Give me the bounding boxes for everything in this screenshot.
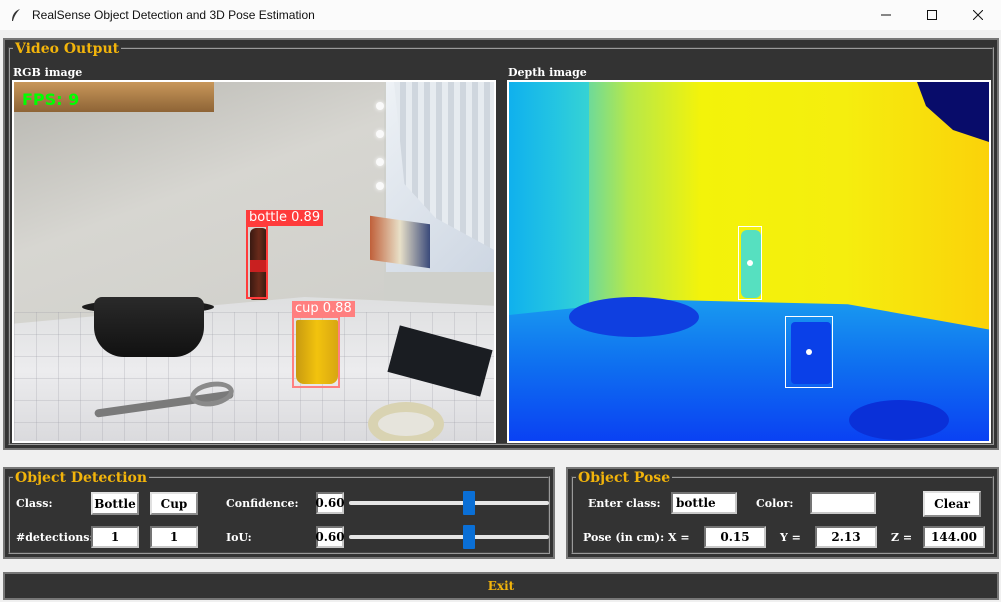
class-label: Class: <box>16 497 53 510</box>
cup-detection-count: 1 <box>150 526 198 548</box>
depth-bottle-centroid <box>747 260 753 266</box>
confidence-slider-track[interactable] <box>349 501 549 505</box>
iou-slider-track[interactable] <box>349 535 549 539</box>
scene-pot <box>94 297 204 357</box>
bottle-detection-box: bottle 0.89 <box>246 210 324 299</box>
x-value: 0.15 <box>704 526 766 548</box>
cup-detection-label: cup 0.88 <box>292 301 355 317</box>
depth-bottle-box <box>738 226 762 300</box>
scene-lamp <box>376 102 384 110</box>
y-label: Y = <box>780 531 801 544</box>
app-body: Video Output RGB image Depth image FPS: … <box>0 30 1001 602</box>
iou-slider[interactable] <box>349 525 549 549</box>
rgb-image: FPS: 9 bottle 0.89 cup 0.88 <box>12 80 496 443</box>
feather-icon <box>8 7 24 23</box>
cup-detection-box: cup 0.88 <box>292 301 355 388</box>
enter-class-label: Enter class: <box>588 497 661 510</box>
scene-lamp <box>376 130 384 138</box>
bottle-detection-label: bottle 0.89 <box>246 210 324 226</box>
minimize-icon[interactable] <box>863 0 909 30</box>
depth-pot-blob <box>569 297 699 337</box>
object-detection-group: Object Detection Class: Bottle Cup Confi… <box>3 467 555 559</box>
window-title: RealSense Object Detection and 3D Pose E… <box>32 8 315 22</box>
enter-class-input[interactable]: bottle <box>671 492 737 514</box>
close-icon[interactable] <box>955 0 1001 30</box>
scene-tape <box>368 402 444 441</box>
z-label: Z = <box>891 531 913 544</box>
confidence-slider-thumb[interactable] <box>463 491 475 515</box>
y-value: 2.13 <box>815 526 877 548</box>
clear-button[interactable]: Clear <box>923 491 981 517</box>
color-label: Color: <box>756 497 794 510</box>
scene-lamp <box>376 158 384 166</box>
scene-poster <box>370 215 430 269</box>
depth-cup-box <box>785 316 833 388</box>
iou-value: 0.60 <box>315 526 345 548</box>
maximize-icon[interactable] <box>909 0 955 30</box>
bottle-detection-count: 1 <box>91 526 139 548</box>
pose-label: Pose (in cm): <box>583 531 665 544</box>
z-value: 144.00 <box>923 526 985 548</box>
exit-button[interactable]: Exit <box>3 572 999 600</box>
video-output-legend: Video Output <box>13 41 122 57</box>
object-pose-group: Object Pose Enter class: bottle Color: C… <box>566 467 999 559</box>
scene-wall <box>14 82 384 332</box>
confidence-value: 0.60 <box>315 492 345 514</box>
cup-class-button[interactable]: Cup <box>150 492 198 515</box>
iou-label: IoU: <box>226 531 252 544</box>
object-pose-legend: Object Pose <box>576 470 673 486</box>
bottle-class-button[interactable]: Bottle <box>91 492 139 515</box>
fps-overlay: FPS: 9 <box>22 90 80 109</box>
rgb-image-label: RGB image <box>13 66 83 79</box>
detections-label: #detections: <box>16 531 94 544</box>
video-output-group: Video Output RGB image Depth image FPS: … <box>3 38 999 450</box>
object-detection-legend: Object Detection <box>13 470 150 486</box>
confidence-label: Confidence: <box>226 497 299 510</box>
confidence-slider[interactable] <box>349 491 549 515</box>
depth-invalid-region <box>917 82 989 142</box>
depth-cup-centroid <box>806 349 812 355</box>
depth-image <box>507 80 991 443</box>
iou-slider-thumb[interactable] <box>463 525 475 549</box>
color-swatch <box>810 492 876 514</box>
x-label: X = <box>668 531 690 544</box>
title-bar: RealSense Object Detection and 3D Pose E… <box>0 0 1001 30</box>
depth-image-label: Depth image <box>508 66 587 79</box>
depth-tape-blob <box>849 400 949 440</box>
scene-lamp <box>376 182 384 190</box>
